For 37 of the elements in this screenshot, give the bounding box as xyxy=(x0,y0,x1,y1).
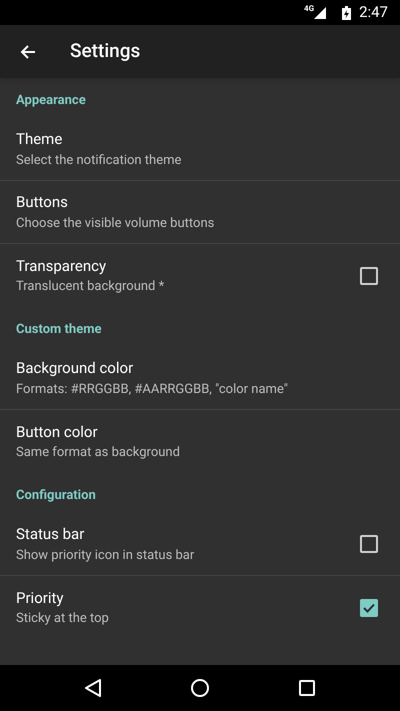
item-title: Background color xyxy=(16,358,134,379)
clock-text: 2:47 xyxy=(359,2,388,24)
settings-item[interactable]: Theme Select the notification theme xyxy=(0,118,400,181)
section-header: Custom theme xyxy=(16,320,102,338)
check-icon xyxy=(363,602,375,612)
item-title: Buttons xyxy=(16,192,69,213)
checkbox[interactable] xyxy=(360,535,378,553)
item-summary: Choose the visible volume buttons xyxy=(16,214,216,232)
recents-square-icon[interactable] xyxy=(299,680,315,696)
back-arrow-icon xyxy=(20,44,36,60)
item-title: Theme xyxy=(16,129,64,150)
app-bar-title: Settings xyxy=(70,38,140,64)
settings-item[interactable]: Buttons Choose the visible volume buttons xyxy=(0,181,400,244)
signal-icon xyxy=(314,6,326,18)
item-summary: Sticky at the top xyxy=(16,610,110,628)
back-triangle-icon[interactable] xyxy=(85,679,101,697)
settings-item[interactable]: Background color Formats: #RRGGBB, #AARRGGBB, "color name" xyxy=(0,347,400,410)
home-circle-icon[interactable] xyxy=(191,679,209,697)
checkbox[interactable] xyxy=(360,598,378,616)
section-header: Configuration xyxy=(16,486,96,504)
settings-item[interactable]: Button color Same format as background xyxy=(0,410,400,473)
item-title: Transparency xyxy=(16,256,108,276)
settings-item[interactable]: Priority Sticky at the top xyxy=(0,576,400,639)
settings-item[interactable]: Status bar Show priority icon in status bar xyxy=(0,513,400,576)
item-title: Status bar xyxy=(16,524,86,545)
item-summary: Formats: #RRGGBB, #AARRGGBB, "color name" xyxy=(16,380,289,398)
checkbox[interactable] xyxy=(360,266,378,284)
battery-icon xyxy=(342,6,352,20)
settings-item[interactable]: Transparency Translucent background * xyxy=(0,244,400,307)
section-header: Appearance xyxy=(16,92,86,110)
item-summary: Show priority icon in status bar xyxy=(16,546,196,564)
item-summary: Translucent background * xyxy=(16,278,166,296)
item-summary: Same format as background xyxy=(16,444,181,462)
item-title: Button color xyxy=(16,422,99,442)
item-summary: Select the notification theme xyxy=(16,152,182,170)
item-title: Priority xyxy=(16,588,64,608)
network-label: 4G xyxy=(304,2,314,14)
